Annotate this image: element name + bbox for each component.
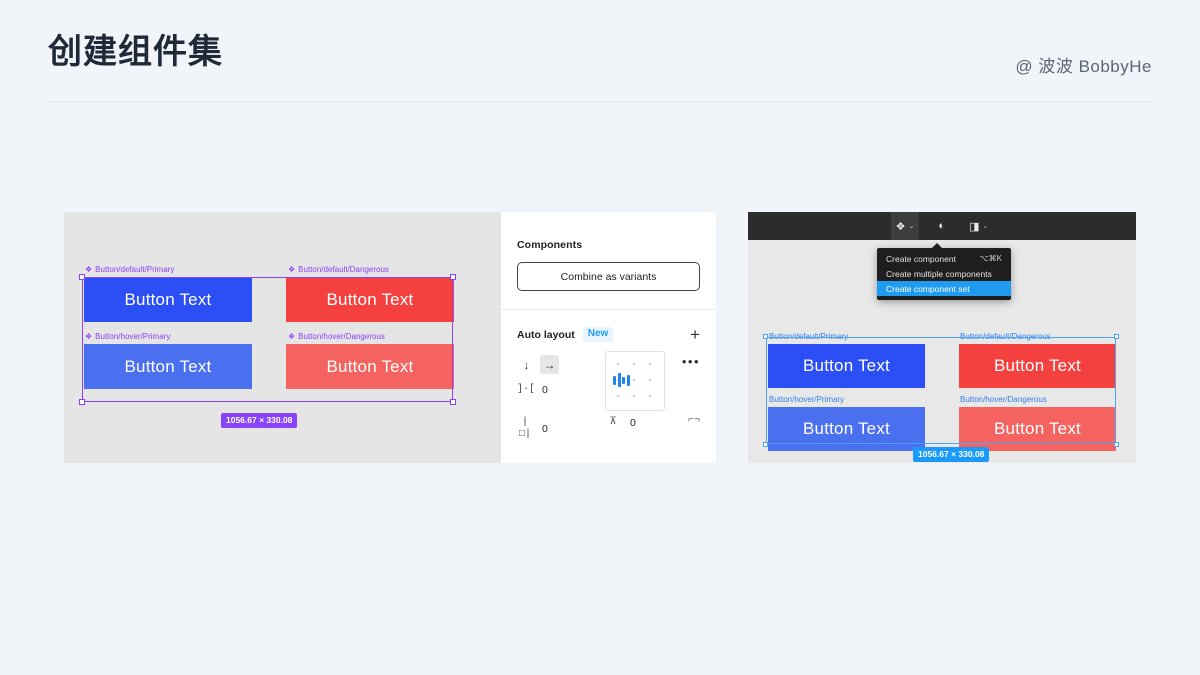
align-dot[interactable] bbox=[617, 395, 619, 397]
components-section: Components Combine as variants bbox=[501, 212, 716, 291]
figma-dark-toolbar: ❖ ⌄ ◐ ◨ ⌄ bbox=[748, 212, 1136, 240]
gap-icon: ]·[ bbox=[517, 384, 536, 395]
auto-layout-more-button[interactable]: ••• bbox=[682, 355, 700, 368]
header-divider bbox=[48, 101, 1152, 102]
figma-screenshot-left: ❖ Button/default/Primary ❖ Button/default/… bbox=[64, 212, 716, 463]
create-component-context-menu: Create component ⌥⌘K Create multiple com… bbox=[877, 243, 1011, 300]
combine-as-variants-button[interactable]: Combine as variants bbox=[517, 262, 700, 291]
direction-horizontal-button[interactable]: → bbox=[540, 355, 559, 374]
horizontal-padding-icon: |□| bbox=[518, 417, 531, 440]
page-title: 创建组件集 bbox=[48, 33, 223, 71]
auto-layout-controls: ↓ → ]·[ 0 |□| 0 ⊼ 0 ••• ⌐¬ bbox=[517, 351, 700, 441]
vertical-padding-control[interactable]: ⊼ 0 bbox=[605, 417, 636, 429]
alignment-grid[interactable] bbox=[605, 351, 665, 411]
figma-canvas-left[interactable]: ❖ Button/default/Primary ❖ Button/default/… bbox=[64, 212, 500, 463]
resize-handle-top-left[interactable] bbox=[763, 334, 768, 339]
resize-handle-bottom-left[interactable] bbox=[763, 442, 768, 447]
alignment-indicator-icon bbox=[613, 373, 630, 387]
resize-handle-bottom-right[interactable] bbox=[450, 399, 456, 405]
use-as-mask-toolbar-button[interactable]: ◐ bbox=[933, 212, 950, 240]
selection-size-badge-left: 1056.67 × 330.08 bbox=[221, 413, 298, 428]
resize-handle-bottom-left[interactable] bbox=[79, 399, 85, 405]
align-dot[interactable] bbox=[633, 379, 635, 381]
selection-size-badge-right: 1056.67 × 330.08 bbox=[913, 447, 990, 462]
component-label-default-dangerous[interactable]: ❖ Button/default/Dangerous bbox=[288, 265, 389, 275]
page-header: 创建组件集 @ 波波 BobbyHe bbox=[48, 18, 1152, 98]
menu-item-label: Create component bbox=[886, 253, 956, 264]
resize-handle-top-right[interactable] bbox=[1114, 334, 1119, 339]
component-diamond-icon: ❖ bbox=[288, 265, 296, 274]
selection-frame-right[interactable] bbox=[763, 334, 1119, 447]
auto-layout-header: Auto layout New + bbox=[517, 310, 700, 351]
figma-properties-panel: Components Combine as variants Auto layo… bbox=[500, 212, 716, 463]
resize-handle-top-left[interactable] bbox=[79, 274, 85, 280]
resize-handle-bottom-right[interactable] bbox=[1114, 442, 1119, 447]
gap-value[interactable]: 0 bbox=[542, 384, 548, 396]
menu-item-create-component-set[interactable]: Create component set bbox=[877, 281, 1011, 296]
gap-control[interactable]: ]·[ 0 bbox=[517, 384, 548, 396]
menu-item-create-multiple-components[interactable]: Create multiple components bbox=[877, 266, 1011, 281]
vertical-padding-icon: ⊼ bbox=[609, 417, 617, 428]
selection-frame-left[interactable] bbox=[79, 274, 456, 405]
align-dot[interactable] bbox=[617, 363, 619, 365]
menu-item-create-component[interactable]: Create component ⌥⌘K bbox=[877, 251, 1011, 266]
add-auto-layout-button[interactable]: + bbox=[690, 326, 700, 343]
auto-layout-title: Auto layout bbox=[517, 328, 575, 341]
components-section-title: Components bbox=[517, 239, 583, 251]
menu-item-shortcut: ⌥⌘K bbox=[979, 254, 1002, 263]
auto-layout-section: Auto layout New + ↓ → ]·[ 0 |□| 0 ⊼ 0 ••… bbox=[501, 310, 716, 441]
direction-toggle-group: ↓ → bbox=[517, 355, 559, 374]
horizontal-padding-control[interactable]: |□| 0 bbox=[517, 417, 548, 441]
context-menu-pointer bbox=[932, 243, 942, 248]
mask-icon: ◐ bbox=[938, 220, 946, 232]
menu-item-label: Create component set bbox=[886, 283, 970, 294]
align-dot[interactable] bbox=[649, 363, 651, 365]
vertical-padding-value[interactable]: 0 bbox=[630, 417, 636, 429]
component-label-default-primary[interactable]: ❖ Button/default/Primary bbox=[85, 265, 174, 275]
new-badge: New bbox=[582, 327, 614, 342]
direction-vertical-button[interactable]: ↓ bbox=[517, 355, 536, 374]
union-icon: ◨ bbox=[969, 220, 980, 233]
menu-item-label: Create multiple components bbox=[886, 268, 992, 279]
clip-content-icon[interactable]: ⌐¬ bbox=[688, 415, 700, 426]
horizontal-padding-value[interactable]: 0 bbox=[542, 423, 548, 435]
resize-handle-top-right[interactable] bbox=[450, 274, 456, 280]
boolean-groups-toolbar-button[interactable]: ◨ ⌄ bbox=[964, 212, 993, 240]
align-dot[interactable] bbox=[649, 395, 651, 397]
align-dot[interactable] bbox=[633, 363, 635, 365]
align-dot[interactable] bbox=[649, 379, 651, 381]
component-icon: ❖ bbox=[895, 220, 906, 233]
chevron-down-icon[interactable]: ⌄ bbox=[982, 222, 988, 230]
author-attribution: @ 波波 BobbyHe bbox=[1015, 57, 1152, 76]
component-diamond-icon: ❖ bbox=[85, 265, 93, 274]
chevron-down-icon[interactable]: ⌄ bbox=[909, 222, 915, 230]
create-component-toolbar-button[interactable]: ❖ ⌄ bbox=[890, 212, 920, 240]
align-dot[interactable] bbox=[633, 395, 635, 397]
